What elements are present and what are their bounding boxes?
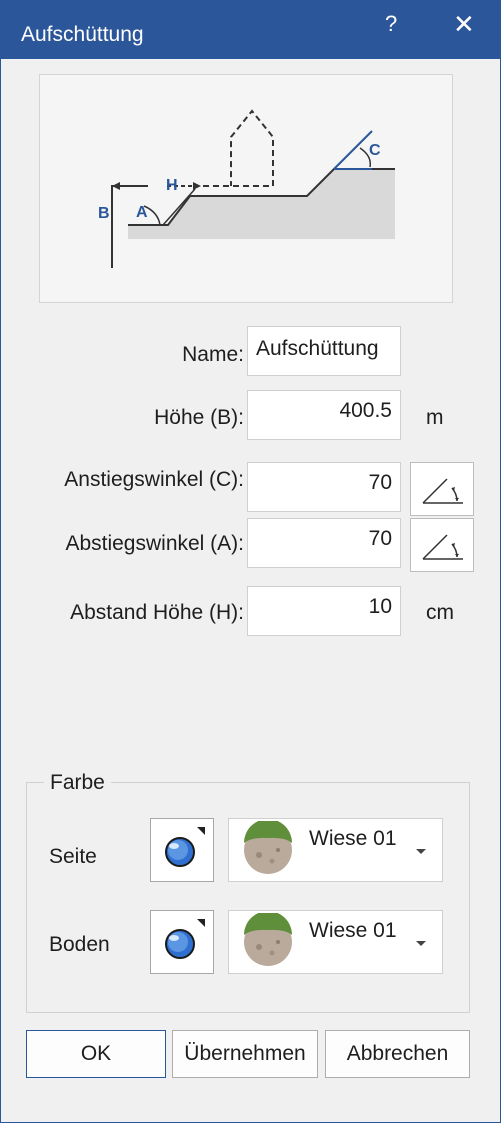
floor-texture-combo[interactable]: Wiese 01: [228, 910, 443, 974]
label-h: H: [166, 177, 178, 194]
dropdown-arrow-icon[interactable]: [416, 849, 426, 854]
distance-height-unit: cm: [426, 601, 454, 624]
texture-icon: [244, 913, 292, 966]
title-bar: Aufschüttung ? ✕: [1, 1, 500, 59]
rise-angle-label: Anstiegswinkel (C):: [64, 468, 244, 491]
dialog-window: Aufschüttung ? ✕ B H A C Name: Aufschütt…: [0, 0, 501, 1123]
dropdown-arrow-icon[interactable]: [416, 941, 426, 946]
name-input[interactable]: Aufschüttung: [247, 326, 401, 376]
house-outline: [203, 109, 274, 187]
side-color-button[interactable]: [150, 818, 214, 882]
fall-angle-label: Abstiegswinkel (A):: [65, 532, 244, 555]
rise-angle-button[interactable]: [410, 462, 474, 516]
color-group: [26, 782, 470, 1013]
height-label: Höhe (B):: [154, 406, 244, 429]
side-texture-name: Wiese 01: [309, 827, 397, 850]
fall-angle-input[interactable]: 70: [247, 518, 401, 568]
label-a: A: [136, 204, 148, 221]
floor-label: Boden: [49, 933, 110, 956]
help-icon[interactable]: ?: [385, 11, 397, 37]
label-b: B: [98, 205, 110, 222]
distance-height-input[interactable]: 10: [247, 586, 401, 636]
sphere-icon: [165, 919, 205, 959]
side-label: Seite: [49, 845, 97, 868]
color-group-legend: Farbe: [44, 771, 111, 795]
shape-preview: B H A C: [39, 74, 453, 303]
close-icon[interactable]: ✕: [453, 9, 475, 40]
distance-height-label: Abstand Höhe (H):: [70, 601, 244, 624]
ok-button[interactable]: OK: [26, 1030, 166, 1078]
fall-angle-button[interactable]: [410, 518, 474, 572]
floor-color-button[interactable]: [150, 910, 214, 974]
height-unit: m: [426, 406, 444, 429]
fill-diagram: B H A C: [98, 109, 395, 268]
angle-icon: [422, 534, 463, 560]
side-texture-combo[interactable]: Wiese 01: [228, 818, 443, 882]
apply-button[interactable]: Übernehmen: [172, 1030, 318, 1078]
sphere-icon: [165, 827, 205, 867]
arrow-left-head: [112, 182, 120, 190]
slope-c: [333, 130, 373, 170]
texture-icon: [244, 821, 292, 874]
label-c: C: [369, 142, 381, 159]
height-input[interactable]: 400.5: [247, 390, 401, 440]
cancel-button[interactable]: Abbrechen: [325, 1030, 470, 1078]
name-label: Name:: [182, 343, 244, 366]
rise-angle-input[interactable]: 70: [247, 462, 401, 512]
dialog-title: Aufschüttung: [21, 23, 144, 46]
angle-icon: [422, 478, 463, 504]
floor-texture-name: Wiese 01: [309, 919, 397, 942]
